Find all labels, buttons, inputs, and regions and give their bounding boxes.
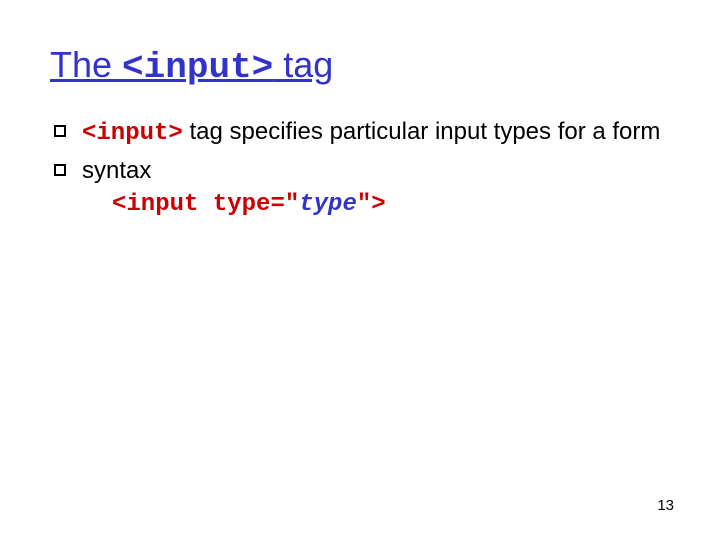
code-tag: input <box>126 191 198 218</box>
page-number: 13 <box>657 497 674 514</box>
bullet-list: <input> tag specifies particular input t… <box>50 116 670 187</box>
slide: The <input> tag <input> tag specifies pa… <box>0 0 720 540</box>
slide-title: The <input> tag <box>50 44 670 88</box>
bullet-text: tag specifies particular input types for… <box>183 118 661 145</box>
code-attr: type= <box>213 191 285 218</box>
title-code: <input> <box>122 47 273 88</box>
title-pre: The <box>50 44 122 85</box>
code-open: < <box>112 191 126 218</box>
code-quote-close: " <box>357 191 371 218</box>
code-space <box>198 191 212 218</box>
bullet-code: <input> <box>82 120 183 147</box>
bullet-text: syntax <box>82 157 151 184</box>
title-post: tag <box>273 44 333 85</box>
code-close: > <box>371 191 385 218</box>
bullet-item: <input> tag specifies particular input t… <box>54 116 670 150</box>
code-val: type <box>299 191 357 218</box>
code-example: <input type="type"> <box>112 191 670 218</box>
bullet-item: syntax <box>54 155 670 187</box>
code-quote-open: " <box>285 191 299 218</box>
